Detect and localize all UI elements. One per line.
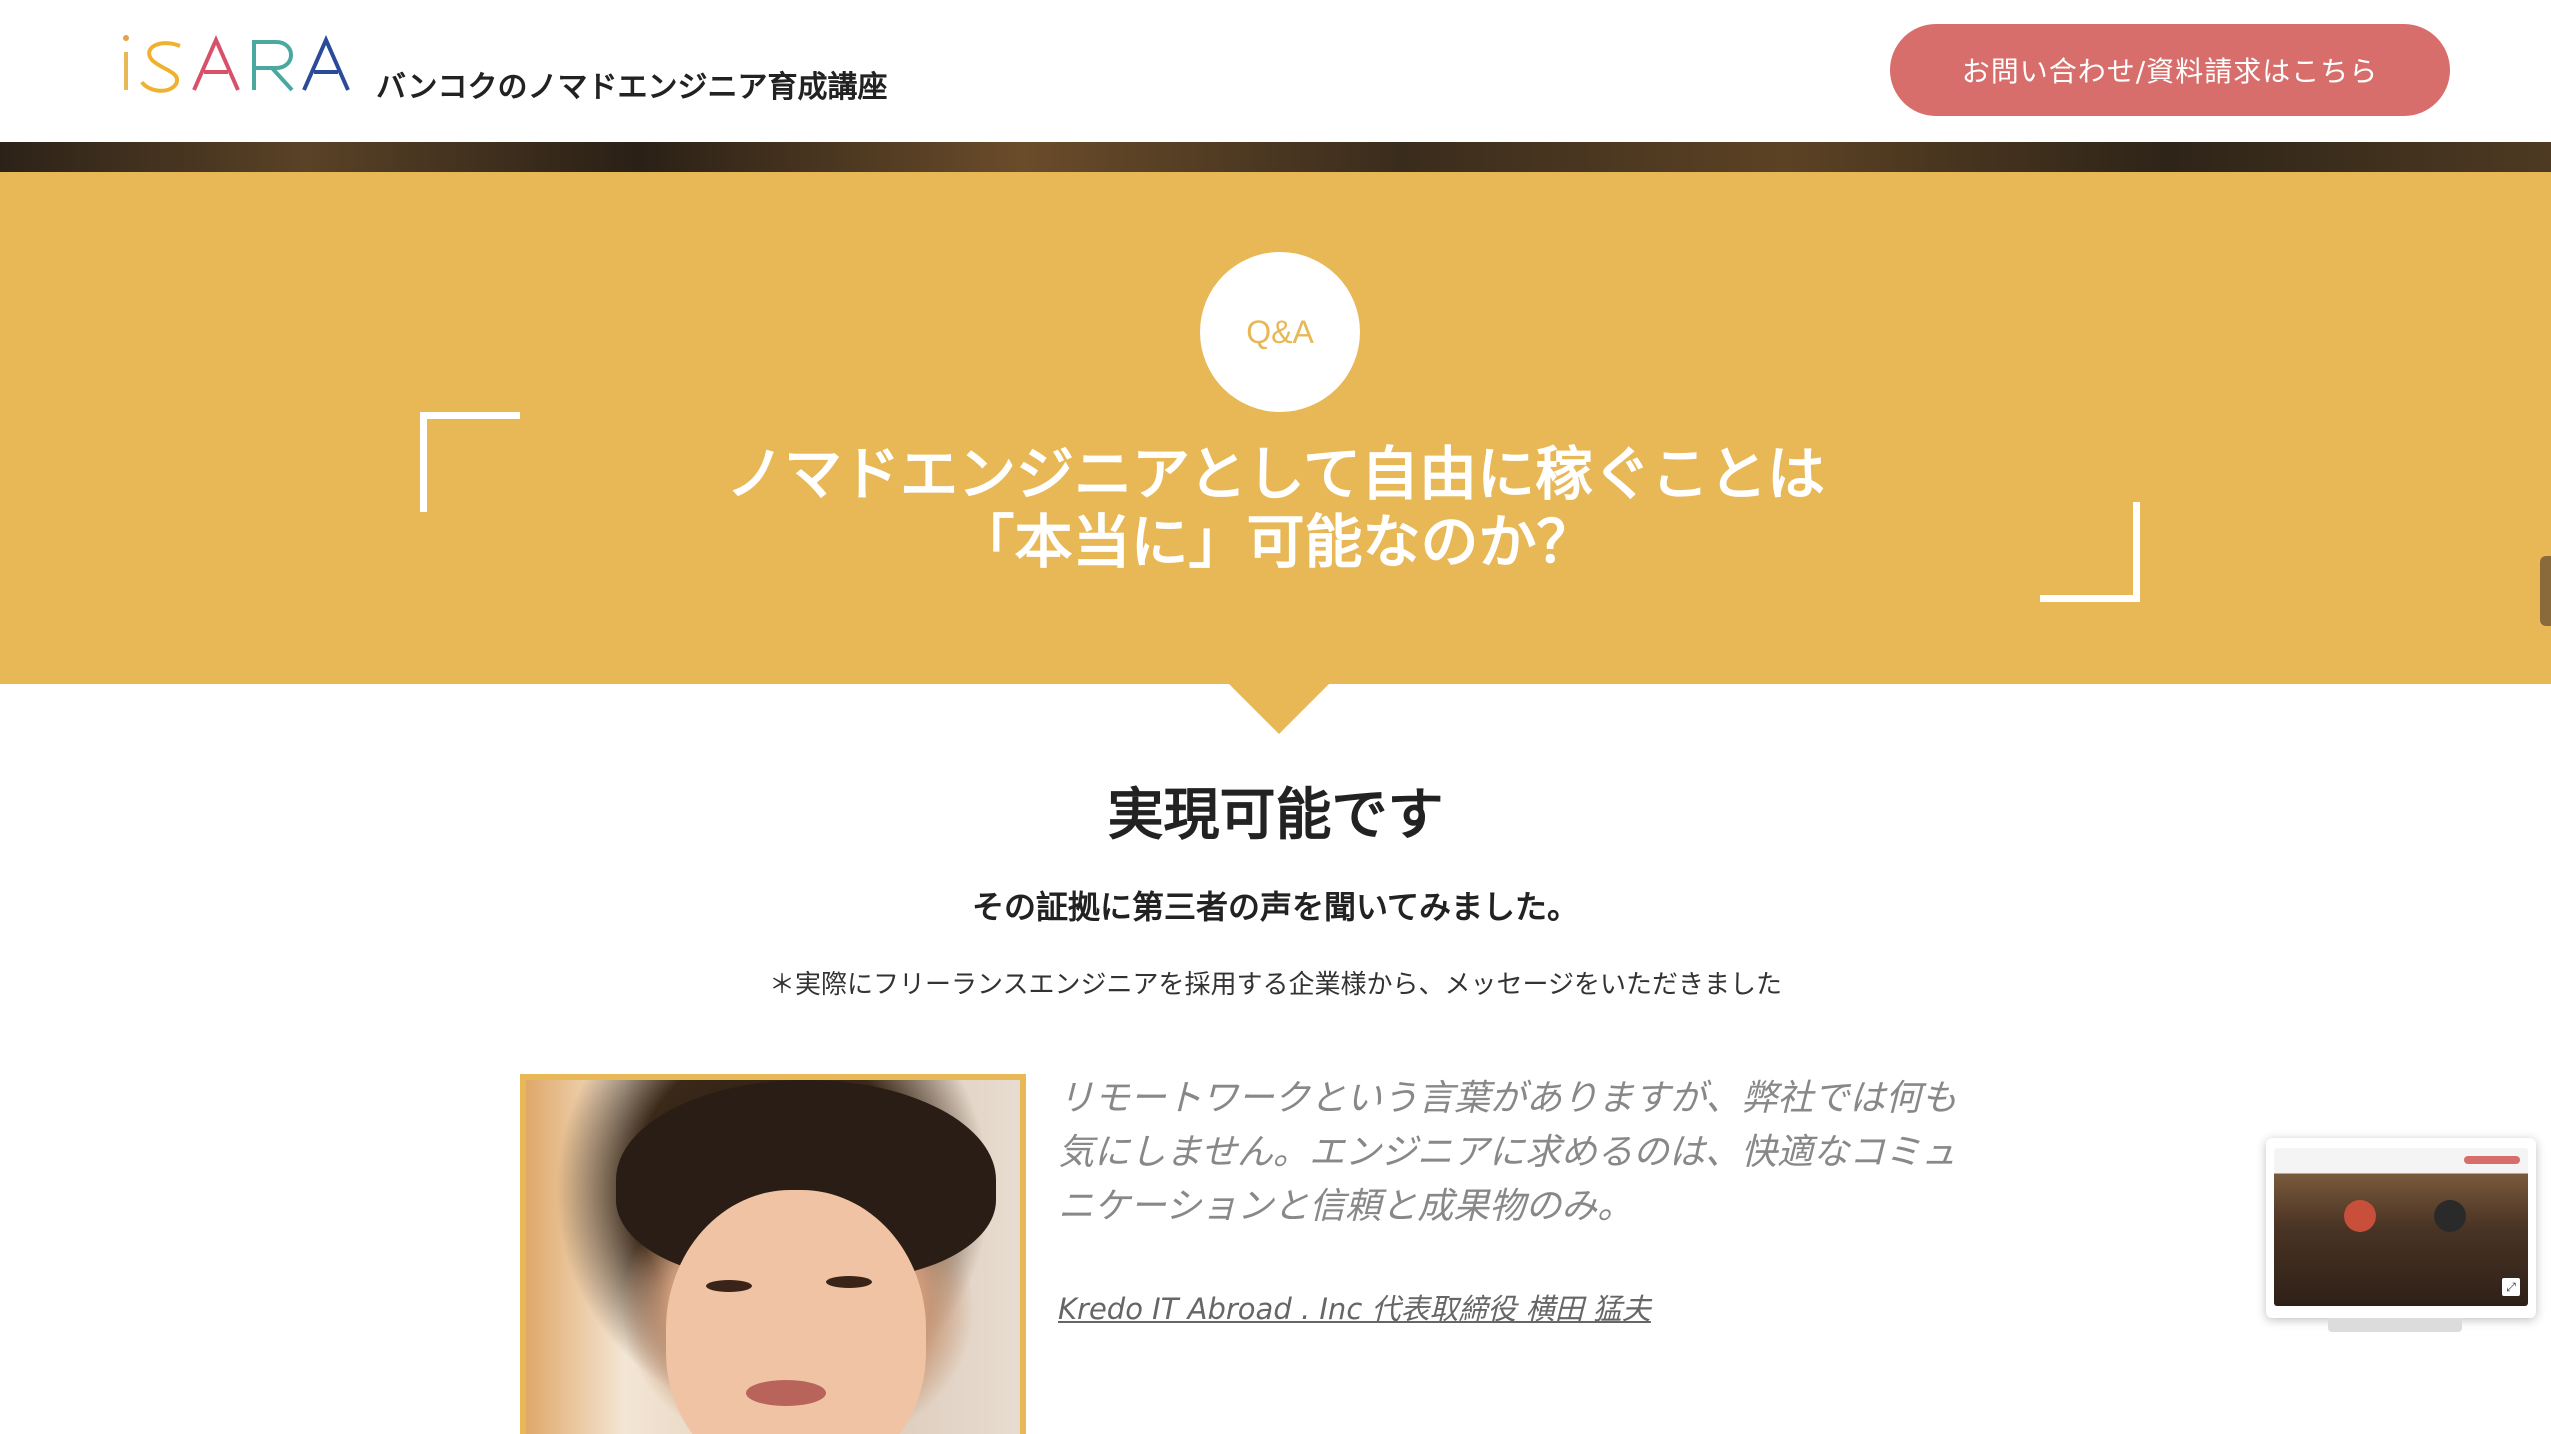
answer-title: 実現可能です xyxy=(1107,783,1444,848)
avatar xyxy=(2344,1200,2376,1232)
video-thumbnail xyxy=(2274,1148,2528,1306)
site-header: バンコクのノマドエンジニア育成講座 お問い合わせ/資料請求はこちら xyxy=(0,0,2551,142)
contact-request-button[interactable]: お問い合わせ/資料請求はこちら xyxy=(1890,24,2450,116)
qa-pointer-triangle xyxy=(1229,684,1329,734)
scroll-handle[interactable] xyxy=(2540,556,2551,626)
testimonial-quote: リモートワークという言葉がありますが、弊社では何も気にしません。エンジニアに求め… xyxy=(1058,1078,1958,1227)
video-widget-stand xyxy=(2328,1318,2462,1332)
testimonial-author-link[interactable]: Kredo IT Abroad . Inc 代表取締役 横田 猛夫 xyxy=(1058,1286,1651,1328)
testimonial-photo xyxy=(520,1074,1026,1434)
answer-note: ＊実際にフリーランスエンジニアを採用する企業様から、メッセージをいただきました xyxy=(769,970,1782,1000)
qa-banner: Q&A ノマドエンジニアとして自由に稼ぐことは 「本当に」可能なのか？ xyxy=(0,172,2551,684)
answer-subtitle: その証拠に第三者の声を聞いてみました。 xyxy=(971,888,1580,926)
qa-title-line2: 「本当に」可能なのか？ xyxy=(956,508,1595,576)
hero-image-strip xyxy=(0,142,2551,172)
qa-badge: Q&A xyxy=(1200,252,1360,412)
qa-question-title: ノマドエンジニアとして自由に稼ぐことは 「本当に」可能なのか？ xyxy=(0,440,2551,576)
expand-icon[interactable]: ⤢ xyxy=(2502,1278,2520,1296)
site-tagline: バンコクのノマドエンジニア育成講座 xyxy=(376,70,888,105)
isara-logo[interactable] xyxy=(120,28,360,100)
avatar xyxy=(2434,1200,2466,1232)
qa-title-line1: ノマドエンジニアとして自由に稼ぐことは xyxy=(725,440,1826,508)
video-preview-widget[interactable]: ⤢ xyxy=(2266,1138,2536,1318)
